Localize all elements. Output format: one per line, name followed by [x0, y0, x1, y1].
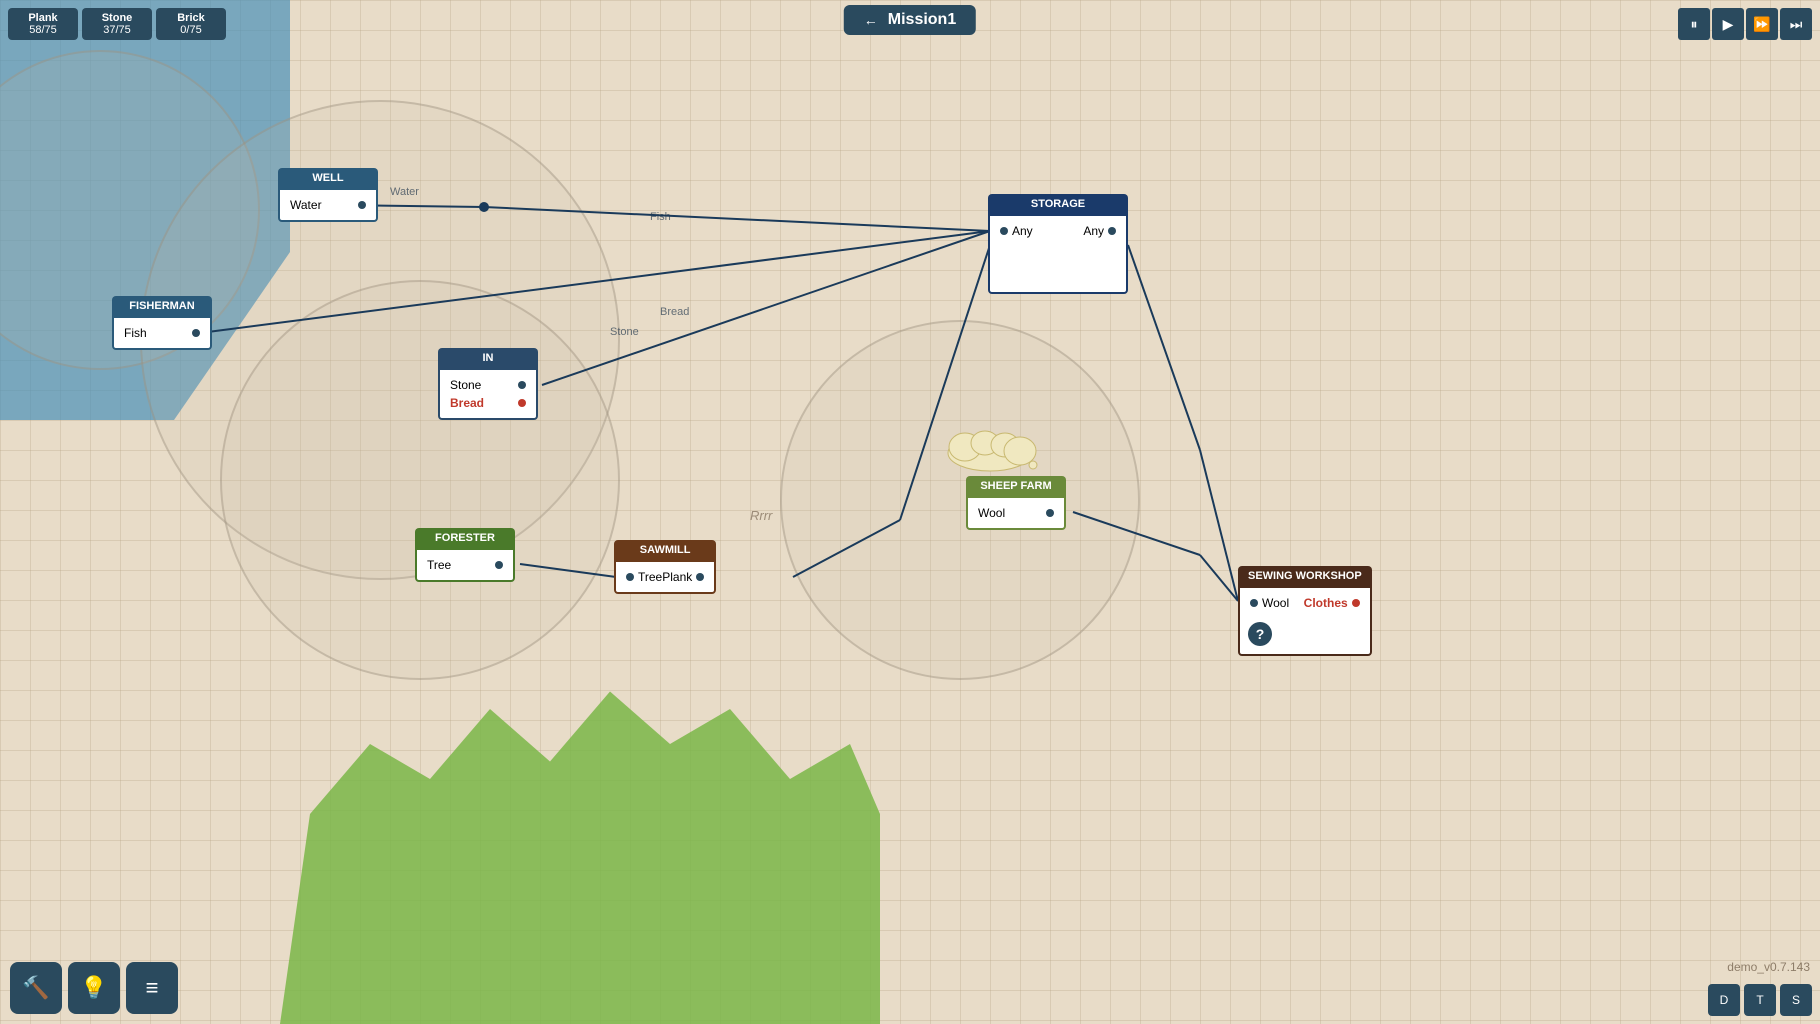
- sheepfarm-output-row: Wool: [978, 504, 1054, 522]
- storage-port-row: Any Any: [1000, 222, 1116, 240]
- territory-circle-sheep: [780, 320, 1140, 680]
- sawmill-body: Tree Plank: [614, 560, 716, 594]
- fisherman-output-row: Fish: [124, 324, 200, 342]
- in-header: IN: [438, 348, 538, 368]
- well-header: WELL: [278, 168, 378, 188]
- sewing-header: SEWING WORKSHOP: [1238, 566, 1372, 586]
- in-bread-label: Bread: [450, 396, 484, 410]
- menu-button[interactable]: ≡: [126, 962, 178, 1014]
- sewing-input-label: Wool: [1262, 596, 1289, 610]
- rrrr-text: Rrrr: [750, 508, 772, 523]
- sewing-body: Wool Clothes ?: [1238, 586, 1372, 656]
- version-text: demo_v0.7.143: [1727, 960, 1810, 974]
- fast-button[interactable]: ⏩: [1746, 8, 1778, 40]
- playback-controls: ⏸ ▶ ⏩ ⏭: [1678, 8, 1812, 40]
- bulb-button[interactable]: 💡: [68, 962, 120, 1014]
- well-output-label: Water: [290, 198, 322, 212]
- sewing-input-port: [1250, 599, 1258, 607]
- pause-button[interactable]: ⏸: [1678, 8, 1710, 40]
- plank-resource: Plank 58/75: [8, 8, 78, 40]
- fisherman-body: Fish: [112, 316, 212, 350]
- in-stone-label: Stone: [450, 378, 481, 392]
- in-bread-port: [518, 399, 526, 407]
- storage-node[interactable]: STORAGE Any Any: [988, 194, 1128, 294]
- forester-node[interactable]: FORESTER Tree: [415, 528, 515, 582]
- forester-header: FORESTER: [415, 528, 515, 548]
- sawmill-ports-row: Tree Plank: [626, 568, 704, 586]
- territory-circle-3: [220, 280, 620, 680]
- sheepfarm-output-label: Wool: [978, 506, 1005, 520]
- sawmill-node[interactable]: SAWMILL Tree Plank: [614, 540, 716, 594]
- storage-input-port: [1000, 227, 1008, 235]
- sewing-ports-row: Wool Clothes: [1250, 594, 1360, 612]
- in-stone-port: [518, 381, 526, 389]
- sewing-output-label: Clothes: [1304, 596, 1348, 610]
- sheepfarm-header: SHEEP FARM: [966, 476, 1066, 496]
- sheep-svg: [935, 425, 1065, 475]
- sheepfarm-output-port: [1046, 509, 1054, 517]
- hammer-button[interactable]: 🔨: [10, 962, 62, 1014]
- bottom-toolbar: 🔨 💡 ≡: [10, 962, 178, 1014]
- storage-output-port: [1108, 227, 1116, 235]
- fisherman-output-label: Fish: [124, 326, 147, 340]
- sawmill-output-label: Plank: [662, 570, 692, 584]
- fisherman-header: FISHERMAN: [112, 296, 212, 316]
- well-body: Water: [278, 188, 378, 222]
- sawmill-output-port: [696, 573, 704, 581]
- storage-header: STORAGE: [988, 194, 1128, 214]
- back-button[interactable]: ←: [864, 12, 878, 28]
- forester-output-port: [495, 561, 503, 569]
- well-output-row: Water: [290, 196, 366, 214]
- skip-button[interactable]: ⏭: [1780, 8, 1812, 40]
- well-node[interactable]: WELL Water: [278, 168, 378, 222]
- storage-output-label: Any: [1083, 224, 1104, 238]
- forester-output-row: Tree: [427, 556, 503, 574]
- play-button[interactable]: ▶: [1712, 8, 1744, 40]
- discord-button[interactable]: D: [1708, 984, 1740, 1016]
- sawmill-input-port: [626, 573, 634, 581]
- in-stone-row: Stone: [450, 376, 526, 394]
- social-buttons: D T S: [1708, 984, 1812, 1016]
- forester-body: Tree: [415, 548, 515, 582]
- mission-title: Mission1: [888, 11, 956, 29]
- well-output-port: [358, 201, 366, 209]
- sewing-output-port: [1352, 599, 1360, 607]
- fisherman-output-port: [192, 329, 200, 337]
- sheep-visual: [935, 425, 1065, 475]
- in-bread-row: Bread: [450, 394, 526, 412]
- sewing-node[interactable]: SEWING WORKSHOP Wool Clothes ?: [1238, 566, 1372, 656]
- in-body: Stone Bread: [438, 368, 538, 420]
- in-node[interactable]: IN Stone Bread: [438, 348, 538, 420]
- sawmill-input-label: Tree: [638, 570, 662, 584]
- sheepfarm-node[interactable]: SHEEP FARM Wool: [966, 476, 1066, 530]
- twitter-button[interactable]: T: [1744, 984, 1776, 1016]
- steam-button[interactable]: S: [1780, 984, 1812, 1016]
- stone-resource: Stone 37/75: [82, 8, 152, 40]
- fisherman-node[interactable]: FISHERMAN Fish: [112, 296, 212, 350]
- question-badge: ?: [1248, 622, 1272, 646]
- sawmill-header: SAWMILL: [614, 540, 716, 560]
- resource-bars: Plank 58/75 Stone 37/75 Brick 0/75: [8, 8, 226, 40]
- brick-resource: Brick 0/75: [156, 8, 226, 40]
- mission-header: ← Mission1: [844, 5, 976, 35]
- storage-input-label: Any: [1012, 224, 1033, 238]
- forester-output-label: Tree: [427, 558, 451, 572]
- sheepfarm-body: Wool: [966, 496, 1066, 530]
- storage-body: Any Any: [988, 214, 1128, 294]
